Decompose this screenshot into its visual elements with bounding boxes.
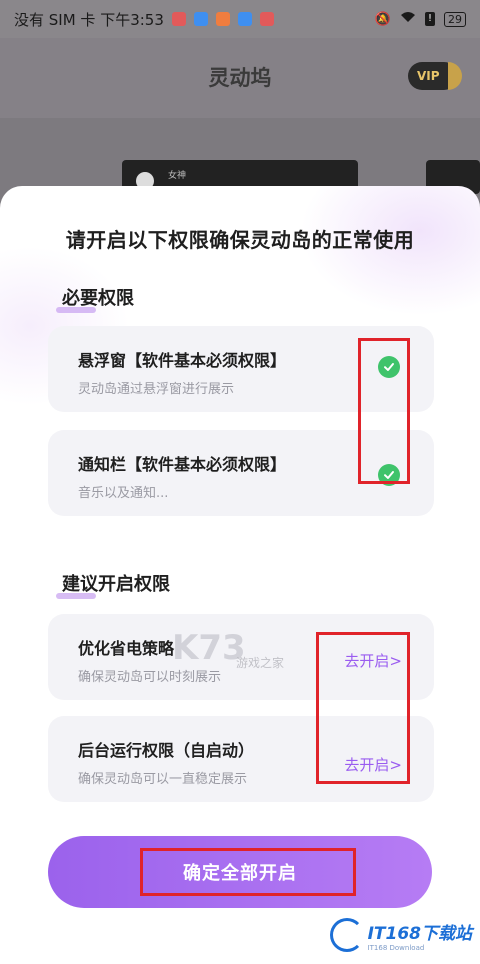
background-card-label: 女神 (168, 171, 187, 181)
carrier-time: 没有 SIM 卡 下午3:53 (14, 10, 164, 29)
watermark-text: 游戏之家 (236, 656, 285, 670)
mute-icon: 🔕 (374, 11, 391, 27)
vip-badge[interactable]: VIP (408, 62, 462, 90)
permission-desc: 音乐以及通知... (78, 486, 169, 501)
permission-name: 悬浮窗【软件基本必须权限】 (78, 351, 287, 370)
logo-sub-text: IT168 Download (367, 943, 425, 952)
annotation-box (358, 338, 410, 484)
status-bar: 没有 SIM 卡 下午3:53 🔕 ! 29 (0, 0, 480, 38)
battery-indicator: 29 (444, 11, 466, 27)
notification-app-icon (171, 12, 186, 26)
notification-app-icon (215, 12, 230, 26)
permission-desc: 灵动岛通过悬浮窗进行展示 (78, 382, 235, 397)
required-section-label: 必要权限 (62, 288, 134, 309)
alert-icon: ! (425, 12, 435, 26)
app-header: 灵动坞 VIP (0, 38, 480, 118)
recommended-section-label: 建议开启权限 (62, 574, 170, 595)
logo-main-text: IT168下载站 (367, 923, 472, 944)
permission-name: 优化省电策略 (78, 639, 175, 658)
wifi-icon (400, 11, 416, 27)
vip-label: VIP (417, 69, 440, 83)
notification-app-icon (193, 12, 208, 26)
annotation-box (140, 848, 356, 896)
permission-name: 通知栏【软件基本必须权限】 (78, 455, 287, 474)
notification-app-icon (259, 12, 274, 26)
required-section-title: 必要权限 (56, 284, 134, 313)
permission-desc: 确保灵动岛可以时刻展示 (78, 670, 222, 685)
status-right: 🔕 ! 29 (375, 11, 466, 27)
sheet-title: 请开启以下权限确保灵动岛的正常使用 (65, 228, 415, 252)
watermark-k73: K73 (172, 628, 246, 668)
annotation-box (316, 632, 410, 784)
permission-desc: 确保灵动岛可以一直稳定展示 (78, 772, 248, 787)
recommended-section-title: 建议开启权限 (56, 570, 170, 599)
status-left: 没有 SIM 卡 下午3:53 (14, 9, 274, 30)
logo-text: IT168下载站 IT168 Download (368, 919, 472, 952)
permission-name: 后台运行权限（自启动） (78, 741, 255, 760)
notification-app-icon (237, 12, 252, 26)
watermark-logo: IT168下载站 IT168 Download (329, 918, 472, 952)
logo-mark-icon (329, 918, 364, 952)
